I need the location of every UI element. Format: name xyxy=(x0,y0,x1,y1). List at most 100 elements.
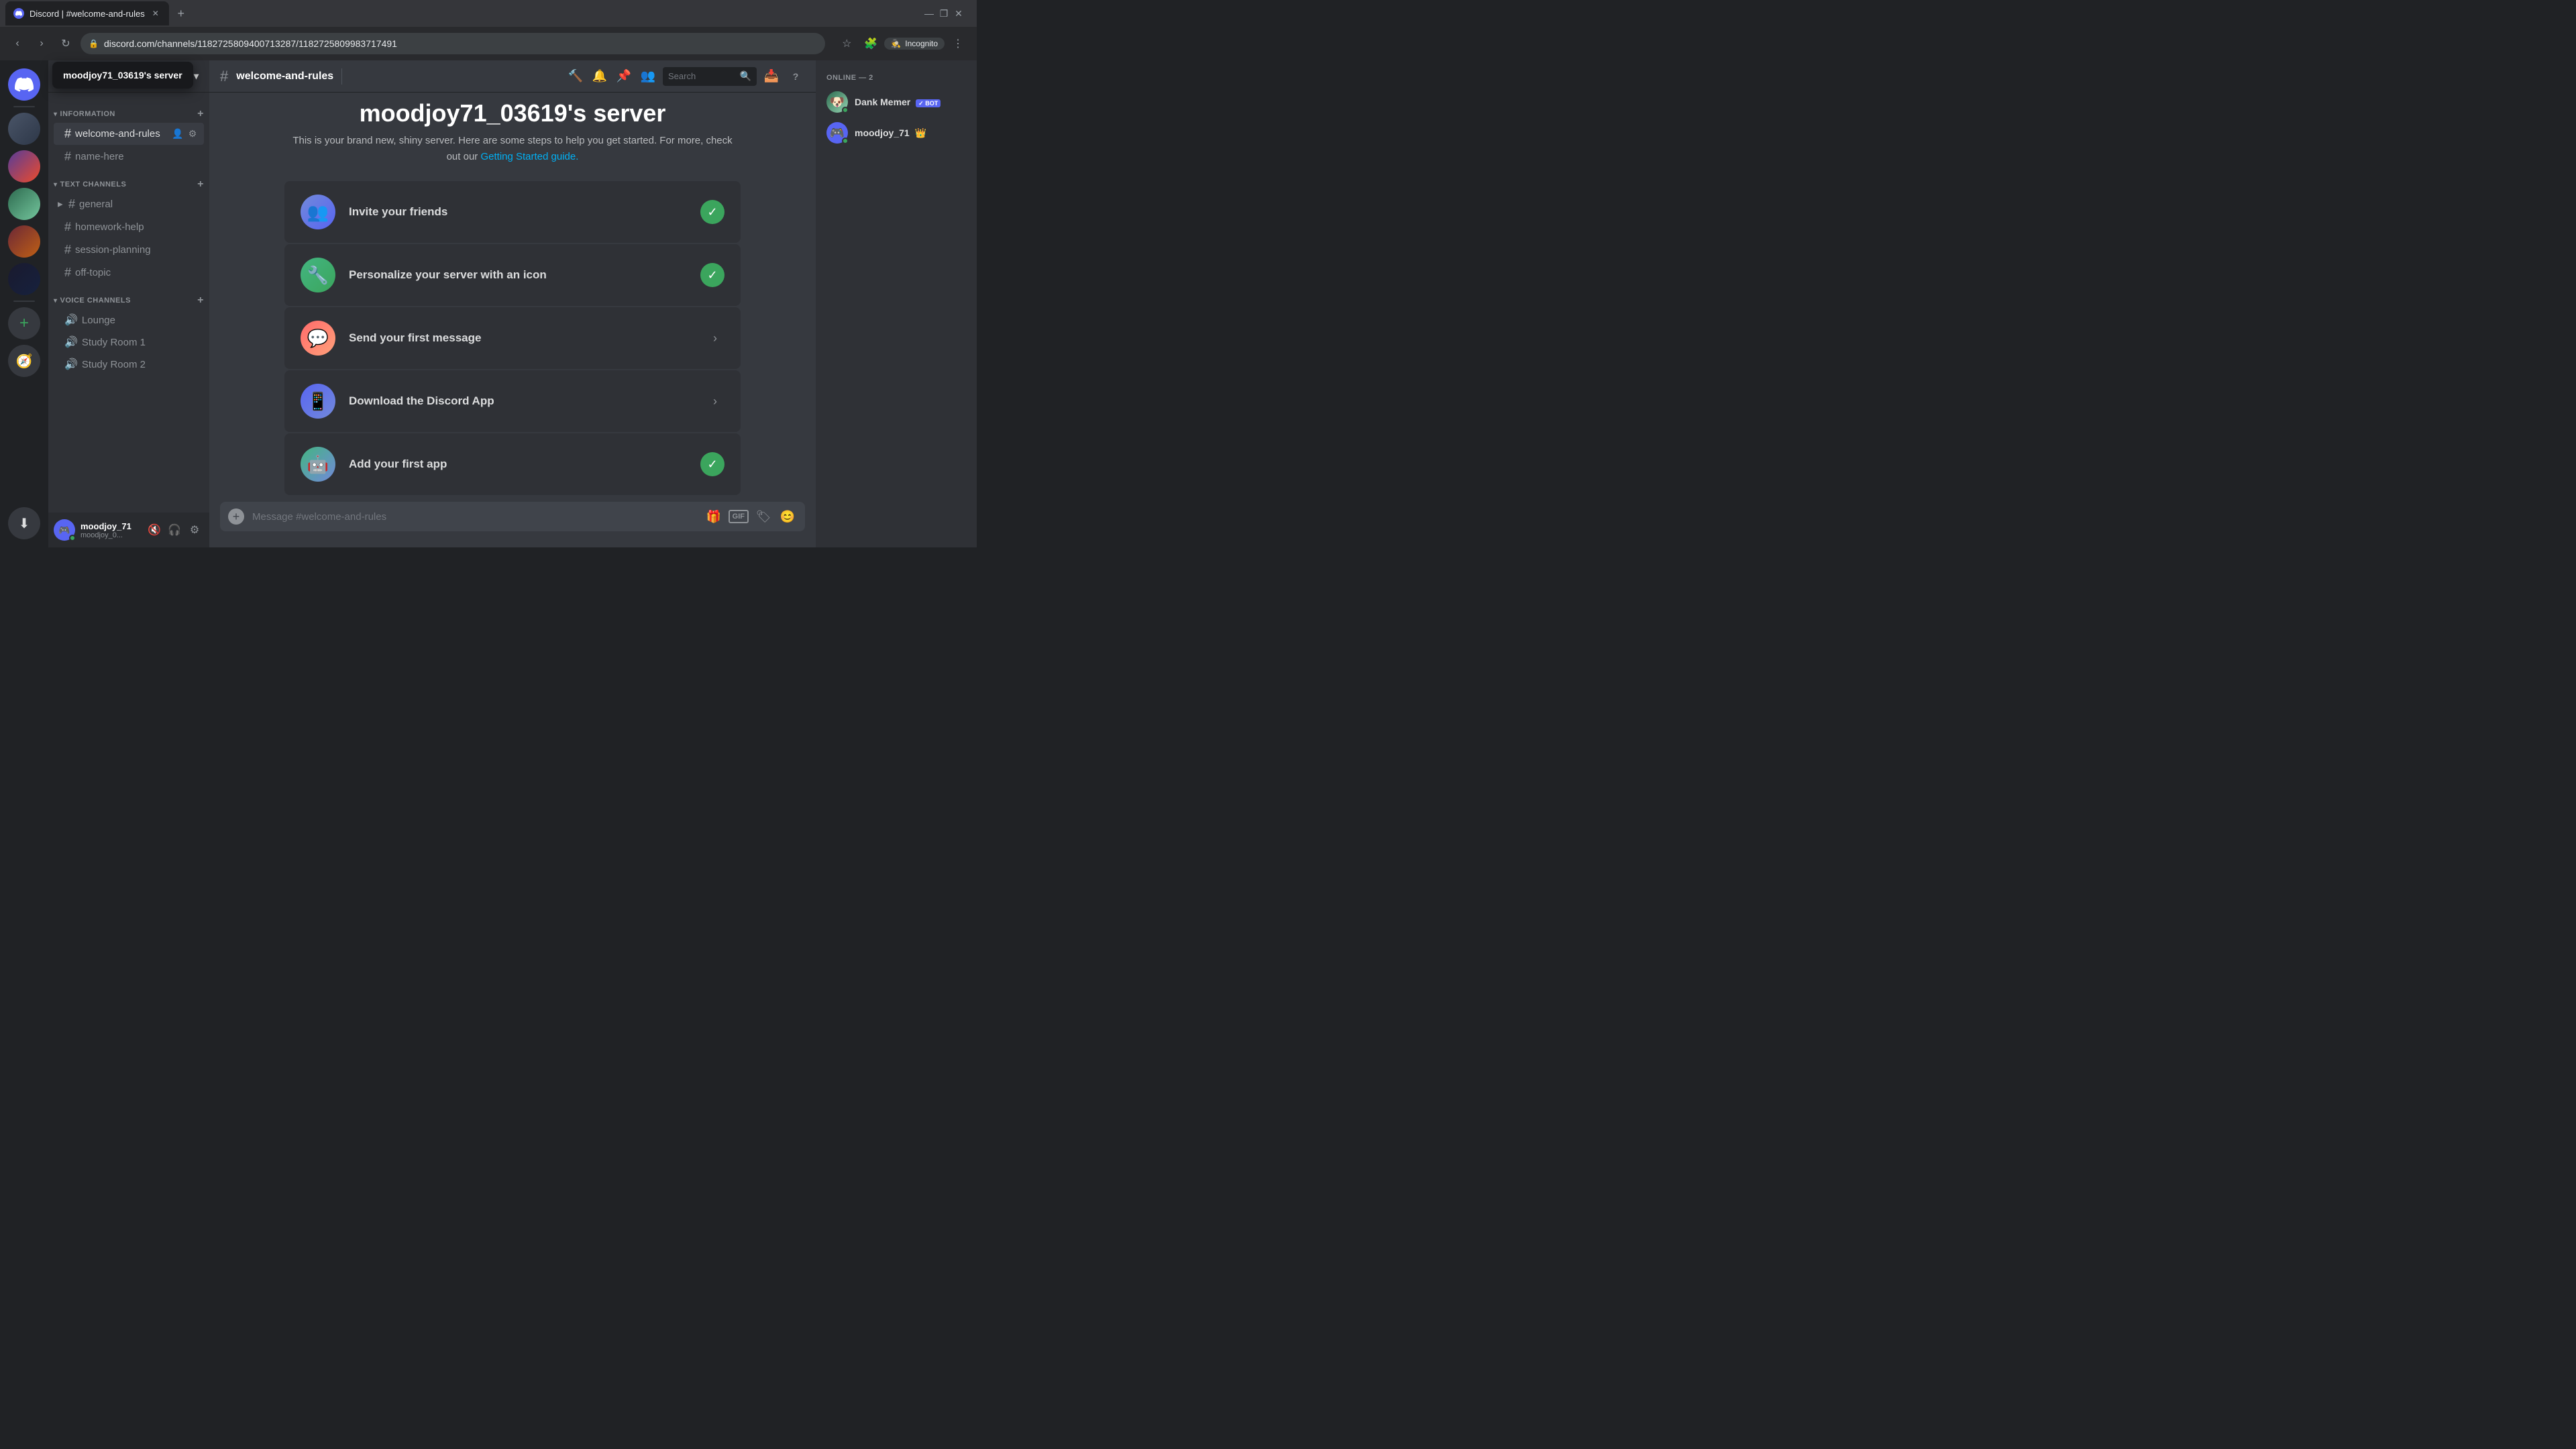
members-button[interactable]: 👥 xyxy=(639,67,657,86)
channel-item-homework-help[interactable]: # homework-help xyxy=(54,216,204,238)
emoji-button[interactable]: 😊 xyxy=(778,507,797,526)
nav-bar: ‹ › ↻ 🔒 discord.com/channels/11827258094… xyxy=(0,27,977,60)
category-information[interactable]: ▾ INFORMATION + xyxy=(48,98,209,122)
server-icon-2[interactable] xyxy=(8,150,40,182)
channel-settings-icon[interactable]: 👤 xyxy=(172,128,184,140)
channel-item-name-here[interactable]: # name-here xyxy=(54,146,204,168)
checklist-item-download[interactable]: 📱 Download the Discord App › xyxy=(284,370,741,432)
checklist-item-invite[interactable]: 👥 Invite your friends ✓ xyxy=(284,181,741,243)
add-text-channel-button[interactable]: + xyxy=(197,179,204,190)
minimize-button[interactable]: — xyxy=(924,9,934,18)
member-name-dank: Dank Memer ✓ BOT xyxy=(855,97,966,107)
voice-channel-lounge[interactable]: 🔊 Lounge xyxy=(54,309,204,331)
add-voice-channel-button[interactable]: + xyxy=(197,295,204,306)
help-button[interactable]: ? xyxy=(786,67,805,86)
server-icon-3[interactable] xyxy=(8,188,40,220)
sticker-button[interactable]: 🏷 xyxy=(754,507,773,526)
message-icon: 💬 xyxy=(307,328,329,349)
checklist-label-customize: Personalize your server with an icon xyxy=(349,268,687,282)
mute-button[interactable]: 🔇 xyxy=(145,521,164,539)
discord-app: + 🧭 ⬇ moodjoy71_03619's server moodjoy71… xyxy=(0,60,977,547)
channel-name-name-here: name-here xyxy=(75,151,124,162)
refresh-button[interactable]: ↻ xyxy=(56,34,75,53)
channel-header-hash-icon: # xyxy=(220,68,228,85)
checklist-item-app[interactable]: 🤖 Add your first app ✓ xyxy=(284,433,741,495)
tab-close-button[interactable]: ✕ xyxy=(150,8,161,19)
user-settings-button[interactable]: ⚙ xyxy=(185,521,204,539)
active-tab[interactable]: Discord | #welcome-and-rules ✕ xyxy=(5,1,169,25)
category-text-channels[interactable]: ▾ TEXT CHANNELS + xyxy=(48,168,209,193)
channel-item-welcome-and-rules[interactable]: # welcome-and-rules 👤 ⚙ xyxy=(54,123,204,145)
hash-icon-welcome: # xyxy=(64,127,71,141)
getting-started-link[interactable]: Getting Started guide. xyxy=(480,151,578,162)
address-bar[interactable]: 🔒 discord.com/channels/11827258094007132… xyxy=(80,33,825,54)
lock-icon: 🔒 xyxy=(89,39,99,48)
channel-name-welcome-and-rules: welcome-and-rules xyxy=(75,128,160,140)
user-avatar-icon: 🎮 xyxy=(58,525,70,536)
tab-bar: Discord | #welcome-and-rules ✕ + — ❐ ✕ xyxy=(0,0,977,27)
message-input-field[interactable] xyxy=(252,511,696,523)
pin-button[interactable]: 📌 xyxy=(614,67,633,86)
voice-channel-name-study1: Study Room 1 xyxy=(82,337,146,348)
channel-name-general: general xyxy=(79,199,113,210)
messages-area: moodjoy71_03619's server This is your br… xyxy=(209,93,816,502)
add-server-button[interactable]: + xyxy=(8,307,40,339)
member-info-moodjoy: moodjoy_71 👑 xyxy=(855,127,966,139)
discovery-button[interactable]: 🧭 xyxy=(8,345,40,377)
back-button[interactable]: ‹ xyxy=(8,34,27,53)
discord-home-button[interactable] xyxy=(8,68,40,101)
new-tab-button[interactable]: + xyxy=(172,4,191,23)
checklist-icon-message: 💬 xyxy=(301,321,335,356)
add-channel-information-button[interactable]: + xyxy=(197,109,204,119)
channel-header-name: welcome-and-rules xyxy=(236,70,333,83)
server-welcome: moodjoy71_03619's server This is your br… xyxy=(284,99,741,495)
maximize-button[interactable]: ❐ xyxy=(939,9,949,18)
incognito-icon: 🕵 xyxy=(891,39,901,48)
app-icon: 🤖 xyxy=(307,454,329,475)
user-avatar: 🎮 xyxy=(54,519,75,541)
gift-button[interactable]: 🎁 xyxy=(704,507,723,526)
server-icon-5[interactable] xyxy=(8,263,40,295)
incognito-badge[interactable]: 🕵 Incognito xyxy=(884,38,945,50)
close-button[interactable]: ✕ xyxy=(954,9,963,18)
checklist-item-message[interactable]: 💬 Send your first message › xyxy=(284,307,741,369)
server-icon-1[interactable] xyxy=(8,113,40,145)
channel-item-general[interactable]: ▶ # general xyxy=(54,193,204,215)
checklist-label-download: Download the Discord App xyxy=(349,394,692,408)
member-avatar-dank: 🐶 xyxy=(826,91,848,113)
search-placeholder-text: Search xyxy=(668,71,736,81)
message-input-actions: 🎁 GIF 🏷 😊 xyxy=(704,507,797,526)
checklist-label-message: Send your first message xyxy=(349,331,692,345)
download-app-button[interactable]: ⬇ xyxy=(8,507,40,539)
channel-edit-icon[interactable]: ⚙ xyxy=(186,128,199,140)
notification-button[interactable]: 🔔 xyxy=(590,67,609,86)
threads-button[interactable]: 🔨 xyxy=(566,67,585,86)
welcome-desc: This is your brand new, shiny server. He… xyxy=(284,133,741,165)
gif-button[interactable]: GIF xyxy=(729,510,749,523)
channel-header: # welcome-and-rules 🔨 🔔 📌 👥 Search 🔍 📥 ? xyxy=(209,60,816,93)
message-add-button[interactable]: + xyxy=(228,508,244,525)
forward-button[interactable]: › xyxy=(32,34,51,53)
download-icon: 📱 xyxy=(307,391,329,412)
header-search[interactable]: Search 🔍 xyxy=(663,67,757,86)
user-discriminator: moodjoy_0... xyxy=(80,531,140,539)
channel-item-session-planning[interactable]: # session-planning xyxy=(54,239,204,261)
category-voice-channels[interactable]: ▾ VOICE CHANNELS + xyxy=(48,284,209,309)
more-options-button[interactable]: ⋮ xyxy=(947,33,969,54)
voice-channel-study-room-1[interactable]: 🔊 Study Room 1 xyxy=(54,331,204,353)
category-label-voice: VOICE CHANNELS xyxy=(60,297,131,305)
deafen-button[interactable]: 🎧 xyxy=(165,521,184,539)
inbox-button[interactable]: 📥 xyxy=(762,67,781,86)
voice-channel-study-room-2[interactable]: 🔊 Study Room 2 xyxy=(54,354,204,375)
checklist-item-customize[interactable]: 🔧 Personalize your server with an icon ✓ xyxy=(284,244,741,306)
checklist-arrow-message: › xyxy=(706,329,724,347)
checklist: 👥 Invite your friends ✓ 🔧 Personalize yo… xyxy=(284,181,741,495)
channel-item-off-topic[interactable]: # off-topic xyxy=(54,262,204,284)
member-status-dank xyxy=(842,107,849,113)
server-icon-4[interactable] xyxy=(8,225,40,258)
member-item-moodjoy[interactable]: 🎮 moodjoy_71 👑 xyxy=(821,118,971,148)
member-item-dank-memer[interactable]: 🐶 Dank Memer ✓ BOT xyxy=(821,87,971,117)
user-name: moodjoy_71 xyxy=(80,521,140,531)
bookmark-button[interactable]: ☆ xyxy=(836,33,857,54)
extensions-button[interactable]: 🧩 xyxy=(860,33,881,54)
